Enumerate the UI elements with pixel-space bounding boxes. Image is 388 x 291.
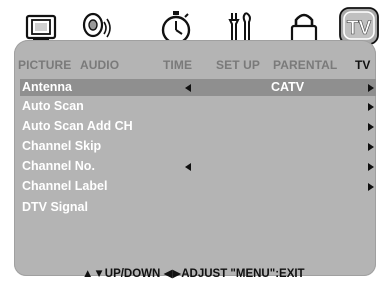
left-arrow-icon[interactable]	[185, 163, 191, 171]
antenna-value: CATV	[271, 80, 305, 94]
menu-item-channel-no[interactable]: Channel No.	[20, 158, 376, 175]
menu-item-dtv-signal[interactable]: DTV Signal	[20, 199, 376, 216]
menu-item-label: Auto Scan Add CH	[22, 119, 133, 133]
menu-item-channel-label[interactable]: Channel Label	[20, 178, 376, 195]
tv-osd-menu: TV PICTURE AUDIO TIME SET UP PARENTAL TV…	[0, 0, 388, 291]
right-arrow-icon[interactable]	[368, 103, 374, 111]
tab-time[interactable]: TIME	[163, 58, 192, 72]
menu-item-label: DTV Signal	[22, 200, 88, 214]
svg-text:TV: TV	[347, 18, 372, 39]
menu-item-auto-scan[interactable]: Auto Scan	[20, 98, 376, 115]
navigation-hint: ▲▼UP/DOWN ◀▶ADJUST "MENU":EXIT	[82, 268, 305, 280]
tab-audio[interactable]: AUDIO	[80, 58, 119, 72]
menu-item-label: Channel Label	[22, 179, 108, 193]
menu-item-channel-skip[interactable]: Channel Skip	[20, 138, 376, 155]
tab-setup[interactable]: SET UP	[216, 58, 260, 72]
menu-item-auto-scan-add-ch[interactable]: Auto Scan Add CH	[20, 118, 376, 135]
menu-item-antenna[interactable]: Antenna CATV	[20, 79, 376, 96]
right-arrow-icon[interactable]	[368, 123, 374, 131]
tab-parental[interactable]: PARENTAL	[273, 58, 337, 72]
right-arrow-icon[interactable]	[368, 163, 374, 171]
menu-item-label: Channel No.	[22, 159, 95, 173]
left-arrow-icon[interactable]	[185, 84, 191, 92]
right-arrow-icon[interactable]	[368, 84, 374, 92]
tab-picture[interactable]: PICTURE	[18, 58, 71, 72]
menu-item-label: Antenna	[22, 80, 72, 94]
tab-tv[interactable]: TV	[355, 58, 371, 72]
menu-item-label: Channel Skip	[22, 139, 102, 153]
right-arrow-icon[interactable]	[368, 143, 374, 151]
menu-item-label: Auto Scan	[22, 99, 84, 113]
right-arrow-icon[interactable]	[368, 183, 374, 191]
